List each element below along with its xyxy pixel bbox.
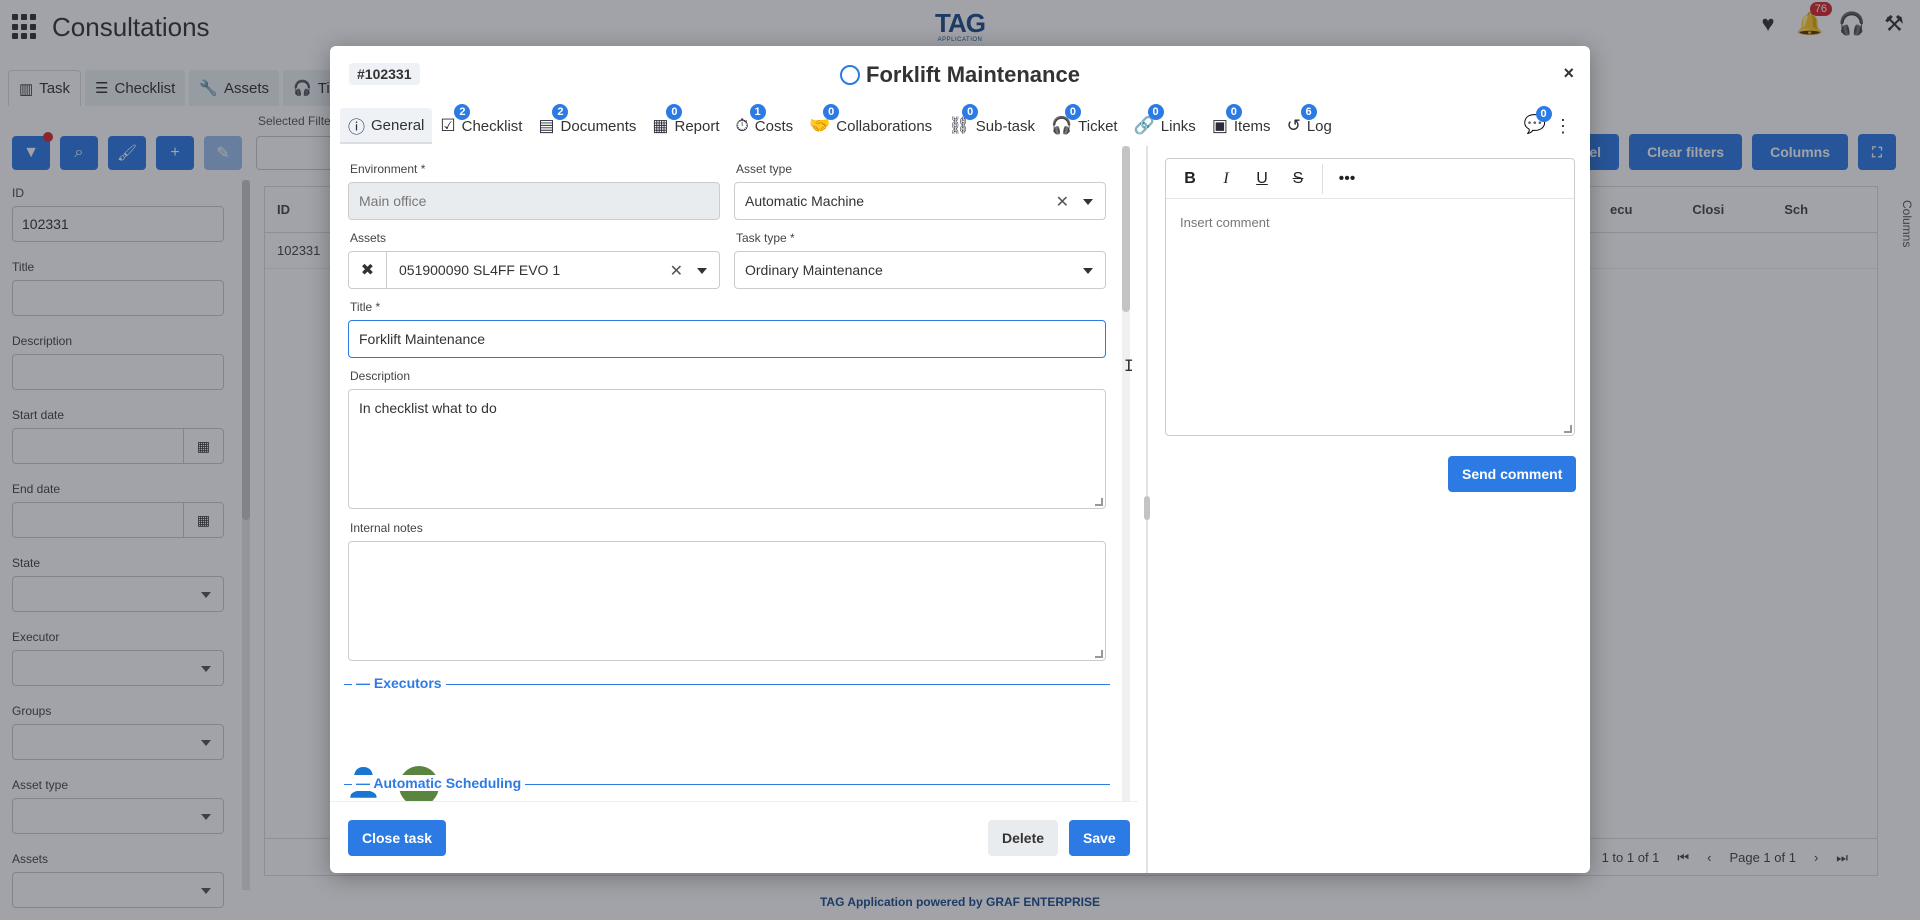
tab-badge: 0 — [1225, 104, 1242, 120]
tab-label: Items — [1233, 117, 1271, 135]
tab-label: Links — [1160, 117, 1196, 135]
resize-handle-icon[interactable] — [1095, 650, 1103, 658]
tab-badge: 0 — [1064, 104, 1081, 120]
tab-badge: 6 — [1300, 104, 1317, 120]
assets-select[interactable]: ✖ 051900090 SL4FF EVO 1 ✕ — [348, 251, 720, 289]
form-scrollbar-thumb[interactable] — [1122, 146, 1130, 312]
tab-links[interactable]: 🔗 0 Links — [1126, 104, 1204, 144]
tab-log[interactable]: ↺ 6 Log — [1279, 104, 1340, 144]
asset-type-select[interactable]: Automatic Machine ✕ — [734, 182, 1106, 220]
modal-title: Forklift Maintenance — [330, 62, 1590, 88]
asset-type-value: Automatic Machine — [745, 193, 865, 209]
internal-notes-textarea[interactable] — [348, 541, 1106, 661]
executors-section-title: — Executors — [352, 675, 446, 691]
resize-handle-icon[interactable] — [1564, 425, 1572, 433]
tab-checklist[interactable]: ☑ 2 Checklist — [432, 104, 530, 144]
tab-documents[interactable]: ▤ 2 Documents — [530, 104, 644, 144]
clear-icon[interactable]: ✕ — [670, 261, 683, 281]
tab-label: Sub-task — [975, 117, 1035, 135]
strikethrough-icon[interactable]: S — [1282, 163, 1314, 195]
task-type-select[interactable]: Ordinary Maintenance — [734, 251, 1106, 289]
tools-icon: ✖ — [349, 252, 387, 288]
italic-icon[interactable]: I — [1210, 163, 1242, 195]
tab-badge: 0 — [823, 104, 840, 120]
resize-handle-icon[interactable] — [1095, 498, 1103, 506]
tab-general[interactable]: ⓘ General — [340, 108, 433, 144]
chevron-down-icon[interactable] — [697, 268, 707, 274]
chat-icon[interactable]: 💬 0 — [1524, 106, 1552, 135]
stopwatch-icon: ⏱ — [735, 116, 749, 135]
close-icon[interactable]: × — [1563, 63, 1574, 84]
tab-label: Report — [674, 117, 720, 135]
bold-icon[interactable]: B — [1174, 163, 1206, 195]
history-icon: ↺ — [1286, 116, 1301, 135]
tab-items[interactable]: ▣ 0 Items — [1204, 104, 1279, 144]
pane-resize-handle[interactable] — [1144, 496, 1150, 520]
tab-sub-task[interactable]: ⛓ 0 Sub-task — [940, 104, 1043, 144]
modal-footer: Close task Delete Save — [330, 801, 1138, 873]
tab-report[interactable]: ▦ 0 Report — [644, 104, 727, 144]
tab-label: Log — [1306, 117, 1332, 135]
task-type-value: Ordinary Maintenance — [745, 262, 883, 278]
info-icon: ⓘ — [348, 117, 365, 137]
tab-ticket[interactable]: 🎧 0 Ticket — [1043, 104, 1126, 144]
tab-label: Checklist — [461, 117, 523, 135]
more-tools-icon[interactable]: ••• — [1331, 163, 1363, 195]
scheduling-section-title: — Automatic Scheduling — [352, 775, 526, 791]
delete-button[interactable]: Delete — [988, 820, 1059, 856]
description-value: In checklist what to do — [359, 400, 497, 416]
report-icon: ▦ — [652, 116, 669, 135]
more-options-icon[interactable]: ⋮ — [1554, 116, 1572, 137]
task-modal: #102331 Forklift Maintenance × ⓘ General … — [330, 46, 1590, 873]
modal-title-text: Forklift Maintenance — [866, 62, 1080, 87]
tab-collaborations[interactable]: 🤝 0 Collaborations — [801, 104, 940, 144]
toolbar-separator — [1322, 163, 1323, 194]
tab-label: Costs — [754, 117, 794, 135]
asset-type-label: Asset type — [736, 162, 793, 176]
description-label: Description — [350, 369, 411, 383]
scheduling-title-text: Automatic Scheduling — [373, 775, 522, 791]
general-form: Environment * Main office Asset type Aut… — [330, 146, 1138, 801]
executors-divider — [344, 684, 1110, 685]
tab-label: Documents — [560, 117, 637, 135]
comment-editor: B I U S ••• Insert comment — [1165, 158, 1575, 436]
tab-badge: 0 — [1147, 104, 1164, 120]
tab-label: Ticket — [1078, 117, 1118, 135]
close-task-button[interactable]: Close task — [348, 820, 447, 856]
tab-label: Collaborations — [836, 117, 933, 135]
chat-badge: 0 — [1535, 106, 1552, 122]
checklist-icon: ☑ — [440, 116, 456, 135]
assets-value: 051900090 SL4FF EVO 1 — [399, 262, 561, 278]
task-type-label: Task type * — [736, 231, 795, 245]
editor-toolbar: B I U S ••• — [1166, 159, 1574, 199]
description-textarea[interactable]: In checklist what to do — [348, 389, 1106, 509]
send-comment-button[interactable]: Send comment — [1448, 456, 1577, 492]
clear-icon[interactable]: ✕ — [1056, 192, 1069, 212]
modal-tabs: ⓘ General ☑ 2 Checklist ▤ 2 Documents ▦ 0 Repor… — [340, 104, 1340, 146]
chevron-down-icon[interactable] — [1083, 268, 1093, 274]
underline-icon[interactable]: U — [1246, 163, 1278, 195]
chevron-down-icon[interactable] — [1083, 199, 1093, 205]
comment-input[interactable]: Insert comment — [1180, 215, 1270, 230]
box-icon: ▣ — [1211, 116, 1228, 135]
text-cursor-icon: I — [1124, 356, 1134, 375]
environment-label: Environment * — [350, 162, 426, 176]
environment-field: Main office — [348, 182, 720, 220]
assets-label: Assets — [350, 231, 387, 245]
document-icon: ▤ — [538, 116, 555, 135]
tab-badge: 1 — [749, 104, 766, 120]
internal-notes-label: Internal notes — [350, 521, 423, 535]
status-circle-icon — [840, 65, 861, 85]
title-input[interactable]: Forklift Maintenance — [348, 320, 1106, 358]
save-button[interactable]: Save — [1069, 820, 1130, 856]
tab-label: General — [371, 116, 425, 134]
executors-title-text: Executors — [373, 675, 442, 691]
tab-costs[interactable]: ⏱ 1 Costs — [728, 104, 802, 144]
title-label: Title * — [350, 300, 381, 314]
